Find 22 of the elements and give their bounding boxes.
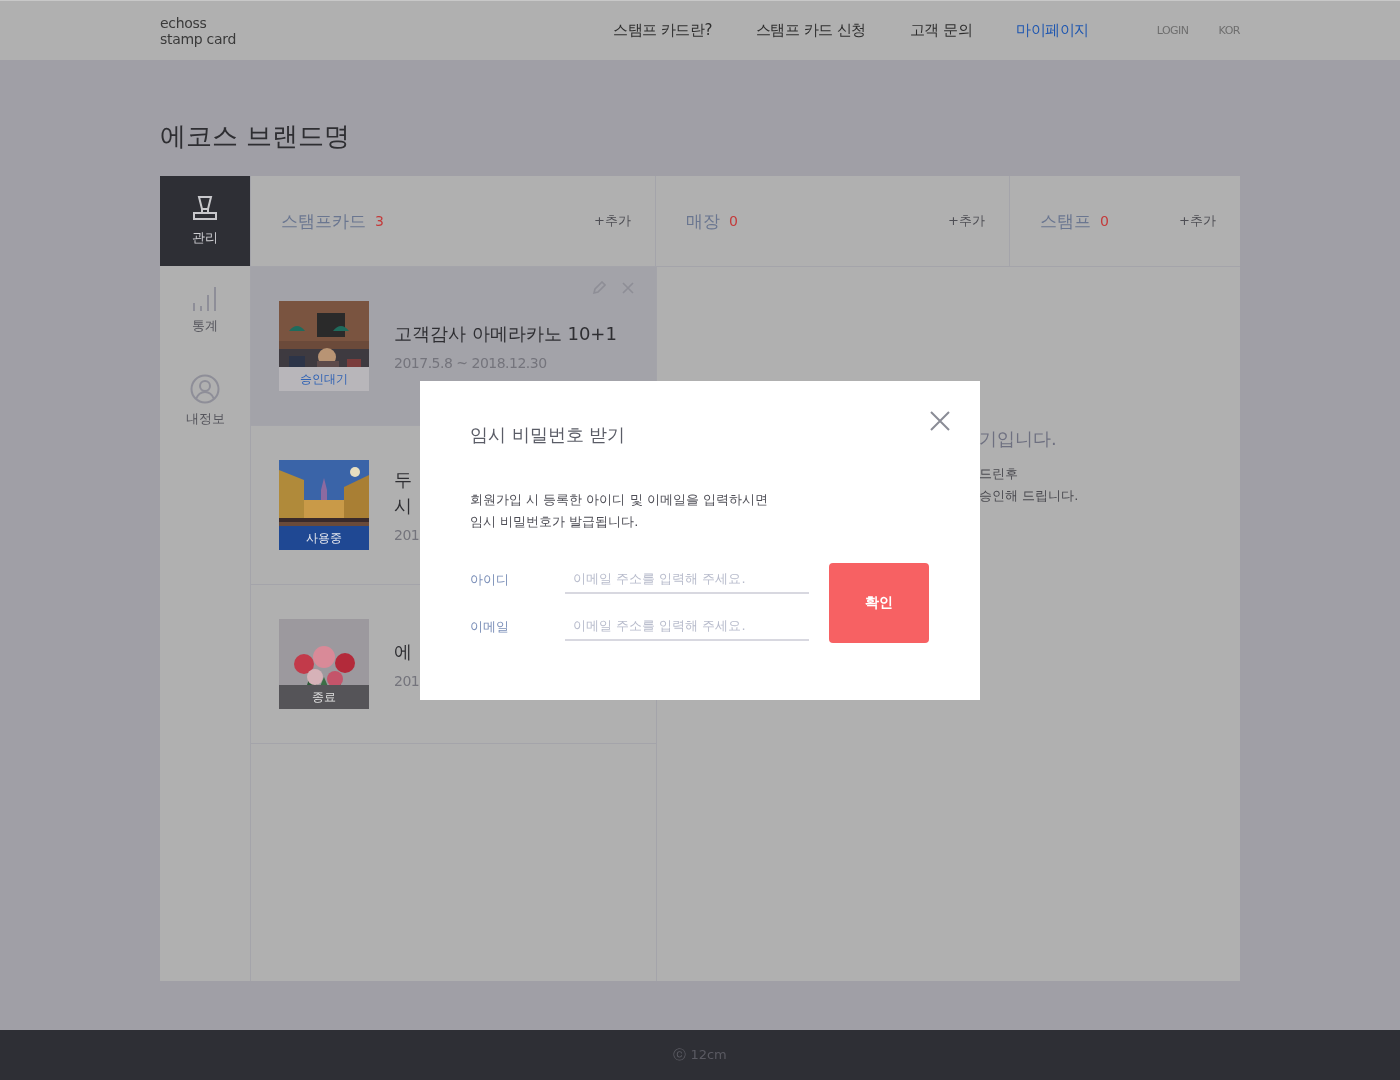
field-label: 이메일 [470,617,510,636]
field-label: 아이디 [470,570,510,589]
notice-text: 드린후 [979,465,1019,483]
page-title: 에코스 브랜드명 [160,120,352,153]
notice-text: 승인해 드립니다. [979,487,1080,505]
dialog-title: 임시 비밀번호 받기 [470,423,627,447]
date-range: 201 [394,673,420,689]
dialog-description: 회원가입 시 등록한 아이디 및 이메일을 입력하시면 임시 비밀번호가 발급됩니다. [470,491,769,531]
card-title: 에 [394,640,413,664]
count: 0 [1100,213,1109,229]
card-title: 고객감사 아메라카노 10+1 [394,322,617,346]
count: 3 [375,213,384,229]
column-title: 스탬프카드 [281,209,366,233]
status-label: 승인대기 [279,367,369,391]
date-range: 201 [394,527,420,543]
column-title: 스탬프 [1040,209,1091,233]
notice-heading: 기입니다. [979,427,1058,451]
column-title: 매장 [686,209,720,233]
status-label: 종료 [279,685,369,709]
count: 0 [729,213,738,229]
card-title: 두 시 [394,468,413,518]
status-label: 사용중 [279,526,369,550]
